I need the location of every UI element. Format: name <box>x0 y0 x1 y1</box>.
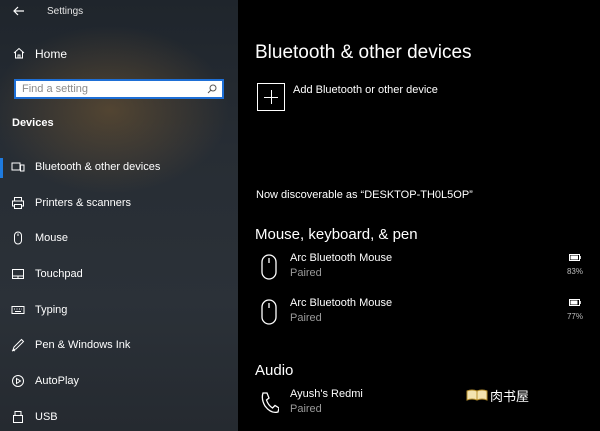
app-title: Settings <box>47 6 84 17</box>
device-status: Paired <box>290 312 322 324</box>
section-title-input-devices: Mouse, keyboard, & pen <box>255 226 418 243</box>
add-device-button[interactable] <box>257 83 285 111</box>
section-title-audio: Audio <box>255 362 294 379</box>
device-item[interactable]: Arc Bluetooth Mouse Paired 83% <box>255 252 585 286</box>
section-header-devices: Devices <box>12 117 54 129</box>
search-box[interactable] <box>14 79 224 99</box>
autoplay-icon <box>12 375 24 388</box>
usb-icon <box>13 410 23 423</box>
home-label: Home <box>35 47 68 61</box>
watermark-text: 肉书屋 <box>490 389 530 404</box>
sidebar-item-autoplay[interactable]: AutoPlay <box>0 366 238 402</box>
sidebar-item-typing[interactable]: Typing <box>0 295 238 331</box>
sidebar-item-label: Printers & scanners <box>35 196 131 209</box>
book-logo-icon <box>466 389 488 401</box>
battery-icon <box>569 254 581 261</box>
sidebar-item-label: Mouse <box>35 232 69 245</box>
sidebar-item-label: Bluetooth & other devices <box>35 161 161 173</box>
page-title: Bluetooth & other devices <box>255 42 472 63</box>
sidebar-item-touchpad[interactable]: Touchpad <box>0 259 238 295</box>
settings-window: Settings Home Devices Bluetooth & other <box>0 0 600 431</box>
sidebar-item-label: USB <box>35 410 58 423</box>
device-item[interactable]: Arc Bluetooth Mouse Paired 77% <box>255 297 585 331</box>
sidebar-item-label: Pen & Windows Ink <box>35 339 131 352</box>
device-status: Paired <box>290 267 322 279</box>
sidebar-item-usb[interactable]: USB <box>0 402 238 431</box>
phone-icon <box>261 392 279 414</box>
sidebar-item-label: Typing <box>35 303 68 316</box>
home-icon <box>13 47 25 59</box>
device-name: Arc Bluetooth Mouse <box>290 297 393 309</box>
sidebar: Settings Home Devices Bluetooth & other <box>0 0 238 431</box>
sidebar-item-label: AutoPlay <box>35 375 80 388</box>
sidebar-item-printers[interactable]: Printers & scanners <box>0 188 238 224</box>
search-icon[interactable] <box>207 84 217 94</box>
sidebar-nav: Bluetooth & other devices Printers & sca… <box>0 152 238 431</box>
add-device-label[interactable]: Add Bluetooth or other device <box>293 84 438 96</box>
device-name: Ayush's Redmi <box>290 388 363 400</box>
mouse-icon <box>261 254 277 280</box>
back-arrow-icon[interactable] <box>12 4 26 18</box>
nav-home[interactable]: Home <box>0 43 238 65</box>
sidebar-item-label: Touchpad <box>35 268 83 281</box>
main-content: Bluetooth & other devices Add Bluetooth … <box>238 0 600 431</box>
battery-percent: 77% <box>566 312 583 321</box>
touchpad-icon <box>12 269 24 280</box>
battery-percent: 83% <box>566 267 583 276</box>
keyboard-icon <box>11 305 25 314</box>
sidebar-item-mouse[interactable]: Mouse <box>0 223 238 259</box>
sidebar-item-bluetooth[interactable]: Bluetooth & other devices <box>0 152 238 188</box>
pen-icon <box>11 339 25 352</box>
discoverable-text: Now discoverable as “DESKTOP-TH0L5OP” <box>256 189 473 201</box>
device-name: Arc Bluetooth Mouse <box>290 252 393 264</box>
bluetooth-devices-icon <box>11 162 25 172</box>
printer-icon <box>12 196 24 209</box>
search-input[interactable] <box>22 82 202 96</box>
device-status: Paired <box>290 403 322 415</box>
mouse-icon <box>14 231 22 245</box>
battery-icon <box>569 299 581 306</box>
mouse-icon <box>261 299 277 325</box>
title-bar: Settings <box>0 0 238 24</box>
device-item[interactable]: Ayush's Redmi Paired <box>255 388 585 422</box>
sidebar-item-pen[interactable]: Pen & Windows Ink <box>0 330 238 366</box>
